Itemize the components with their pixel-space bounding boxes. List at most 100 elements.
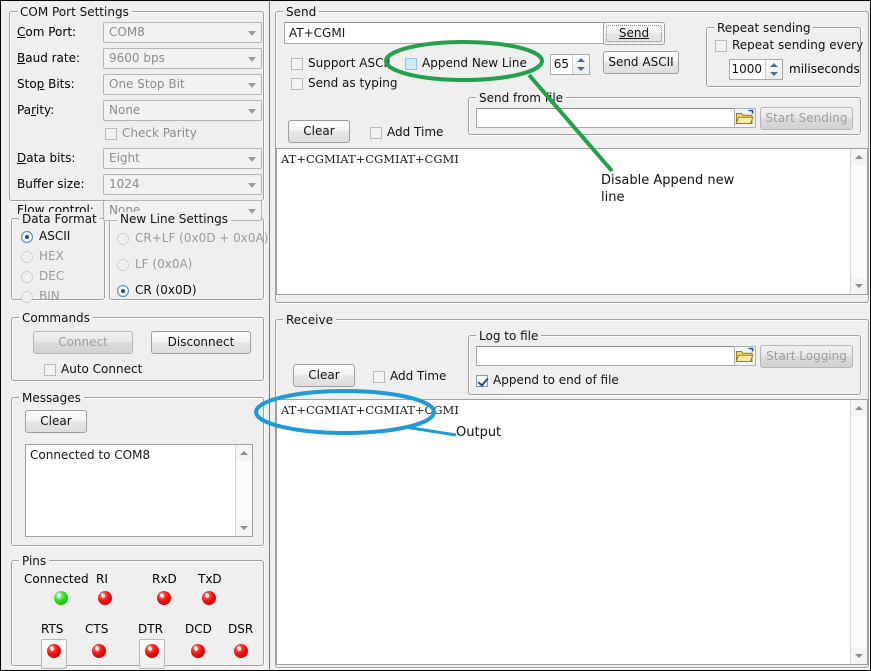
- send-from-file-group: Send from file Start Sending: [468, 91, 861, 135]
- receive-output-area[interactable]: AT+CGMIAT+CGMIAT+CGMI: [276, 399, 868, 665]
- radio-circle: [21, 271, 33, 283]
- pin-label-txd: TxD: [198, 572, 222, 586]
- radio-label: CR+LF (0x0D + 0x0A): [135, 231, 268, 245]
- spinner-up-icon[interactable]: [573, 55, 589, 65]
- led-gloss: [193, 645, 199, 651]
- parity-label: Parity:: [17, 103, 54, 117]
- receive-clear-button[interactable]: Clear: [293, 364, 355, 387]
- connect-button[interactable]: Connect: [33, 331, 133, 354]
- ascii-code-spinner[interactable]: 65: [550, 54, 590, 75]
- scroll-up-icon[interactable]: [851, 400, 867, 416]
- disconnect-button[interactable]: Disconnect: [151, 331, 251, 354]
- new-line-settings-group: New Line Settings CR+LF (0x0D + 0x0A) LF…: [109, 212, 264, 300]
- green-annotation-text: Disable Append new line: [601, 172, 761, 206]
- radio-circle: [21, 231, 33, 243]
- spinner-down-icon[interactable]: [573, 65, 589, 75]
- start-sending-button[interactable]: Start Sending: [760, 107, 853, 130]
- spinner-up-icon[interactable]: [766, 60, 782, 70]
- check-parity-label: Check Parity: [122, 126, 197, 140]
- repeat-interval-spinner[interactable]: 1000: [729, 59, 783, 80]
- messages-clear-button[interactable]: Clear: [25, 410, 87, 433]
- commands-group: Commands Connect Disconnect Auto Connect: [11, 311, 264, 381]
- com-port-settings-group: COM Port Settings Com Port: COM8 Baud ra…: [9, 5, 264, 201]
- baud-rate-select[interactable]: 9600 bps: [103, 48, 262, 69]
- start-logging-button[interactable]: Start Logging: [760, 345, 853, 368]
- send-log-area[interactable]: AT+CGMIAT+CGMIAT+CGMI: [276, 148, 868, 295]
- send-clear-button[interactable]: Clear: [288, 120, 350, 143]
- auto-connect-label: Auto Connect: [61, 362, 142, 376]
- new-line-settings-title: New Line Settings: [117, 212, 231, 226]
- radio-circle: [117, 285, 129, 297]
- left-panel: COM Port Settings Com Port: COM8 Baud ra…: [1, 1, 270, 670]
- receive-scrollbar[interactable]: [850, 400, 867, 664]
- checkbox-box: [476, 375, 488, 387]
- log-file-browse-button[interactable]: [734, 346, 756, 366]
- data-format-title: Data Format: [19, 212, 100, 226]
- pin-led-rxd: [157, 591, 171, 605]
- buffer-size-select[interactable]: 1024: [103, 174, 262, 195]
- send-title: Send: [283, 5, 319, 19]
- repeat-interval-units: miliseconds: [789, 62, 860, 76]
- scroll-up-icon[interactable]: [236, 445, 252, 461]
- scroll-up-icon[interactable]: [851, 149, 867, 165]
- scrollbar-track[interactable]: [852, 416, 866, 648]
- stop-bits-label: Stop Bits:: [17, 77, 75, 91]
- buffer-size-label: Buffer size:: [17, 177, 85, 191]
- blue-annotation-text: Output: [456, 424, 501, 441]
- spinner-buttons[interactable]: [765, 60, 782, 79]
- stop-bits-select[interactable]: One Stop Bit: [103, 74, 262, 95]
- scrollbar-track[interactable]: [852, 165, 866, 278]
- log-to-file-title: Log to file: [476, 329, 541, 343]
- send-from-file-title: Send from file: [476, 91, 566, 105]
- radio-circle: [117, 259, 129, 271]
- checkbox-box: [291, 58, 303, 70]
- parity-select[interactable]: None: [103, 100, 262, 121]
- support-ascii-label: Support ASCII: [308, 56, 391, 70]
- com-port-select[interactable]: COM8: [103, 22, 262, 43]
- log-to-file-group: Log to file Start Logging: [468, 329, 861, 395]
- repeat-sending-label: Repeat sending every: [732, 38, 863, 52]
- checkbox-box: [370, 127, 382, 139]
- radio-circle: [21, 251, 33, 263]
- scroll-down-icon[interactable]: [236, 520, 252, 536]
- right-panel: Send AT+CGMI Send Support ASCII Append N…: [271, 1, 870, 670]
- messages-log-area[interactable]: Connected to COM8: [25, 444, 253, 537]
- send-file-browse-button[interactable]: [734, 108, 756, 128]
- send-button[interactable]: Send: [603, 22, 665, 45]
- radio-label: HEX: [39, 249, 64, 263]
- send-log-scrollbar[interactable]: [850, 149, 867, 294]
- data-bits-label: Data bits:: [17, 151, 75, 165]
- chevron-down-icon: [248, 83, 256, 88]
- send-input[interactable]: AT+CGMI: [284, 22, 605, 44]
- send-ascii-button[interactable]: Send ASCII: [603, 51, 679, 74]
- repeat-sending-title: Repeat sending: [714, 21, 813, 35]
- stop-bits-value: One Stop Bit: [109, 77, 185, 91]
- messages-title: Messages: [19, 391, 84, 405]
- radio-label: LF (0x0A): [135, 257, 192, 271]
- scroll-down-icon[interactable]: [851, 278, 867, 294]
- pin-label-cts: CTS: [85, 622, 108, 636]
- radio-label: DEC: [39, 269, 64, 283]
- data-bits-select[interactable]: Eight: [103, 148, 262, 169]
- spinner-down-icon[interactable]: [766, 70, 782, 80]
- send-file-path-input[interactable]: [476, 108, 741, 128]
- pin-label-dsr: DSR: [228, 622, 253, 636]
- spinner-buttons[interactable]: [572, 55, 589, 74]
- send-as-typing-label: Send as typing: [308, 76, 397, 90]
- buffer-size-value: 1024: [109, 177, 140, 191]
- baud-rate-label: Baud rate:: [17, 51, 80, 65]
- send-group: Send AT+CGMI Send Support ASCII Append N…: [275, 5, 869, 303]
- receive-title: Receive: [283, 313, 336, 327]
- led-gloss: [147, 645, 153, 651]
- scrollbar-track[interactable]: [237, 461, 251, 520]
- led-gloss: [56, 592, 62, 598]
- repeat-sending-group: Repeat sending Repeat sending every 1000: [706, 21, 861, 87]
- log-file-path-input[interactable]: [476, 346, 741, 366]
- messages-scrollbar[interactable]: [235, 445, 252, 536]
- scroll-down-icon[interactable]: [851, 648, 867, 664]
- ascii-code-value: 65: [551, 55, 572, 74]
- parity-value: None: [109, 103, 140, 117]
- pin-led-dsr: [234, 644, 248, 658]
- radio-label: CR (0x0D): [135, 283, 197, 297]
- baud-rate-value: 9600 bps: [109, 51, 165, 65]
